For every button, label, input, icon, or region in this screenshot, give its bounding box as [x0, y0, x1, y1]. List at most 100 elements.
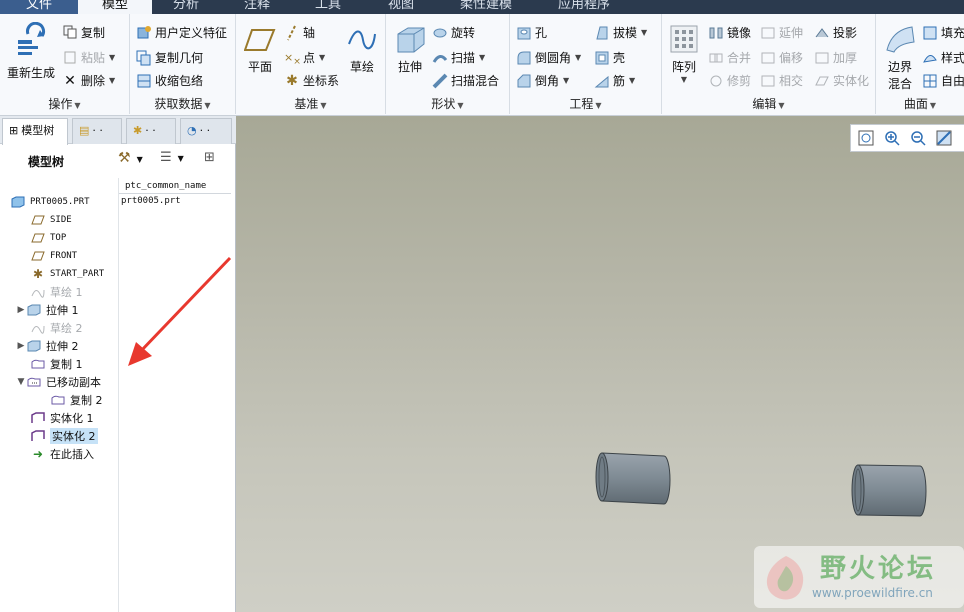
tree-item-extrude-1[interactable]: ▶ 拉伸 1	[16, 301, 79, 319]
udf-button[interactable]: 用户定义特征	[136, 24, 227, 41]
expand-icon[interactable]: ▶	[16, 341, 26, 351]
group-label-shapes[interactable]: 形状 ▼	[386, 95, 509, 112]
expand-icon[interactable]: ▶	[16, 305, 26, 315]
group-label-datum[interactable]: 基准 ▼	[236, 95, 385, 112]
shrinkwrap-button[interactable]: 收缩包络	[136, 72, 203, 89]
csys-button[interactable]: ✱ 坐标系	[284, 72, 339, 89]
group-shapes: 拉伸 旋转 扫描 ▼ 扫描混合 形状 ▼	[386, 14, 510, 114]
zoom-out-icon[interactable]	[909, 129, 927, 147]
project-button[interactable]: 投影	[814, 24, 857, 41]
settings-button[interactable]: ⚒ ▼	[118, 150, 143, 166]
thicken-button[interactable]: 加厚	[814, 49, 857, 66]
tab-folder-browser[interactable]: ▤ · ·	[72, 118, 122, 144]
filter-button[interactable]: ⊞	[204, 150, 215, 165]
refit-icon[interactable]	[857, 129, 875, 147]
tab-analysis[interactable]: 分析	[152, 0, 220, 14]
mirror-button[interactable]: 镜像	[708, 24, 751, 41]
draft-button[interactable]: 拔模 ▼	[594, 24, 647, 41]
chevron-down-icon: ▼	[109, 53, 116, 62]
regenerate-button[interactable]: 重新生成	[4, 22, 58, 81]
swept-blend-button[interactable]: 扫描混合	[432, 72, 499, 89]
tree-item-extrude-2[interactable]: ▶ 拉伸 2	[16, 337, 79, 355]
copy-surface-icon	[50, 393, 66, 407]
group-label-get-data[interactable]: 获取数据 ▼	[130, 95, 235, 112]
intersect-button[interactable]: 相交	[760, 72, 803, 89]
extrude-icon	[397, 27, 425, 53]
solidify-button[interactable]: 实体化	[814, 72, 869, 89]
datum-axis-button[interactable]: 轴	[284, 24, 315, 41]
tab-applications[interactable]: 应用程序	[532, 0, 636, 14]
fill-button[interactable]: 填充	[922, 24, 964, 41]
round-button[interactable]: 倒圆角 ▼	[516, 49, 581, 66]
sweep-button[interactable]: 扫描 ▼	[432, 49, 485, 66]
fill-icon	[922, 25, 938, 41]
group-editing: 阵列 ▼ 镜像 合并 修剪 延伸 偏移 相交 投影 加厚 实体化 编辑 ▼	[662, 14, 876, 114]
group-label-engineering[interactable]: 工程 ▼	[510, 95, 661, 112]
zoom-in-icon[interactable]	[883, 129, 901, 147]
tree-item-side[interactable]: SIDE	[30, 211, 72, 229]
tree-item-moved-copy[interactable]: ▼ 已移动副本	[16, 373, 101, 391]
tree-item-top[interactable]: TOP	[30, 229, 66, 247]
tab-view[interactable]: 视图	[362, 0, 440, 14]
solid-body-2[interactable]	[850, 462, 930, 522]
tree-item-insert-here[interactable]: ➜ 在此插入	[30, 445, 94, 463]
boundary-blend-button[interactable]: 边界 混合	[880, 24, 920, 92]
tab-file[interactable]: 文件	[0, 0, 78, 14]
tab-tools[interactable]: 工具	[294, 0, 362, 14]
offset-icon	[760, 50, 776, 66]
shrinkwrap-icon	[136, 73, 152, 89]
list-icon: ☰	[160, 150, 172, 165]
datum-plane-button[interactable]: 平面	[240, 26, 280, 75]
tree-item-solidify-1[interactable]: 实体化 1	[30, 409, 94, 427]
repaint-icon[interactable]	[935, 129, 953, 147]
solid-body-1[interactable]	[594, 450, 674, 510]
extrude-button[interactable]: 拉伸	[390, 24, 430, 75]
freestyle-button[interactable]: 自由	[922, 72, 964, 89]
merge-icon	[708, 50, 724, 66]
tab-annotate[interactable]: 注释	[220, 0, 294, 14]
copy-icon	[62, 25, 78, 41]
pattern-icon	[670, 25, 698, 53]
tab-model-tree[interactable]: ⊞ 模型树	[2, 118, 68, 145]
group-datum: 平面 轴 ×× 点 ▼ ✱ 坐标系 草绘 基准 ▼	[236, 14, 386, 114]
tree-item-sketch-1[interactable]: 草绘 1	[30, 283, 83, 301]
merge-button[interactable]: 合并	[708, 49, 751, 66]
tab-favorites[interactable]: ✱ · ·	[126, 118, 176, 144]
group-get-data: 用户定义特征 复制几何 收缩包络 获取数据 ▼	[130, 14, 236, 114]
tree-item-sketch-2[interactable]: 草绘 2	[30, 319, 83, 337]
extend-button[interactable]: 延伸	[760, 24, 803, 41]
tree-item-start-part[interactable]: ✱ START_PART	[30, 265, 104, 283]
paste-button[interactable]: 粘贴 ▼	[62, 49, 115, 66]
datum-point-button[interactable]: ×× 点 ▼	[284, 49, 325, 67]
graphics-viewport[interactable]	[236, 116, 964, 612]
rib-button[interactable]: 筋 ▼	[594, 72, 635, 89]
column-header[interactable]: ptc_common_name	[119, 178, 231, 194]
tree-item-part[interactable]: PRT0005.PRT	[10, 193, 90, 211]
sweep-icon	[432, 50, 448, 66]
style-button[interactable]: 样式	[922, 49, 964, 66]
tree-item-front[interactable]: FRONT	[30, 247, 77, 265]
copy-button[interactable]: 复制	[62, 24, 105, 41]
tree-item-copy-1[interactable]: 复制 1	[30, 355, 83, 373]
offset-button[interactable]: 偏移	[760, 49, 803, 66]
copy-geometry-button[interactable]: 复制几何	[136, 49, 203, 66]
column-value: prt0005.prt	[121, 196, 181, 206]
sketch-button[interactable]: 草绘	[342, 26, 382, 75]
collapse-icon[interactable]: ▼	[16, 377, 26, 387]
show-button[interactable]: ☰ ▼	[160, 150, 184, 165]
group-label-operations[interactable]: 操作 ▼	[0, 95, 129, 112]
pattern-button[interactable]: 阵列 ▼	[666, 24, 702, 84]
tab-flexible-modeling[interactable]: 柔性建模	[440, 0, 532, 14]
shell-button[interactable]: 壳	[594, 49, 625, 66]
group-label-surfaces[interactable]: 曲面 ▼	[876, 95, 964, 112]
trim-button[interactable]: 修剪	[708, 72, 751, 89]
delete-button[interactable]: ✕ 删除 ▼	[62, 72, 115, 89]
group-label-editing[interactable]: 编辑 ▼	[662, 95, 875, 112]
hole-button[interactable]: 孔	[516, 24, 547, 41]
revolve-button[interactable]: 旋转	[432, 24, 475, 41]
tree-item-solidify-2[interactable]: 实体化 2	[30, 427, 98, 445]
chamfer-button[interactable]: 倒角 ▼	[516, 72, 569, 89]
tab-model[interactable]: 模型	[78, 0, 152, 14]
tab-history[interactable]: ◔ · ·	[180, 118, 232, 144]
tree-item-copy-2[interactable]: 复制 2	[50, 391, 103, 409]
